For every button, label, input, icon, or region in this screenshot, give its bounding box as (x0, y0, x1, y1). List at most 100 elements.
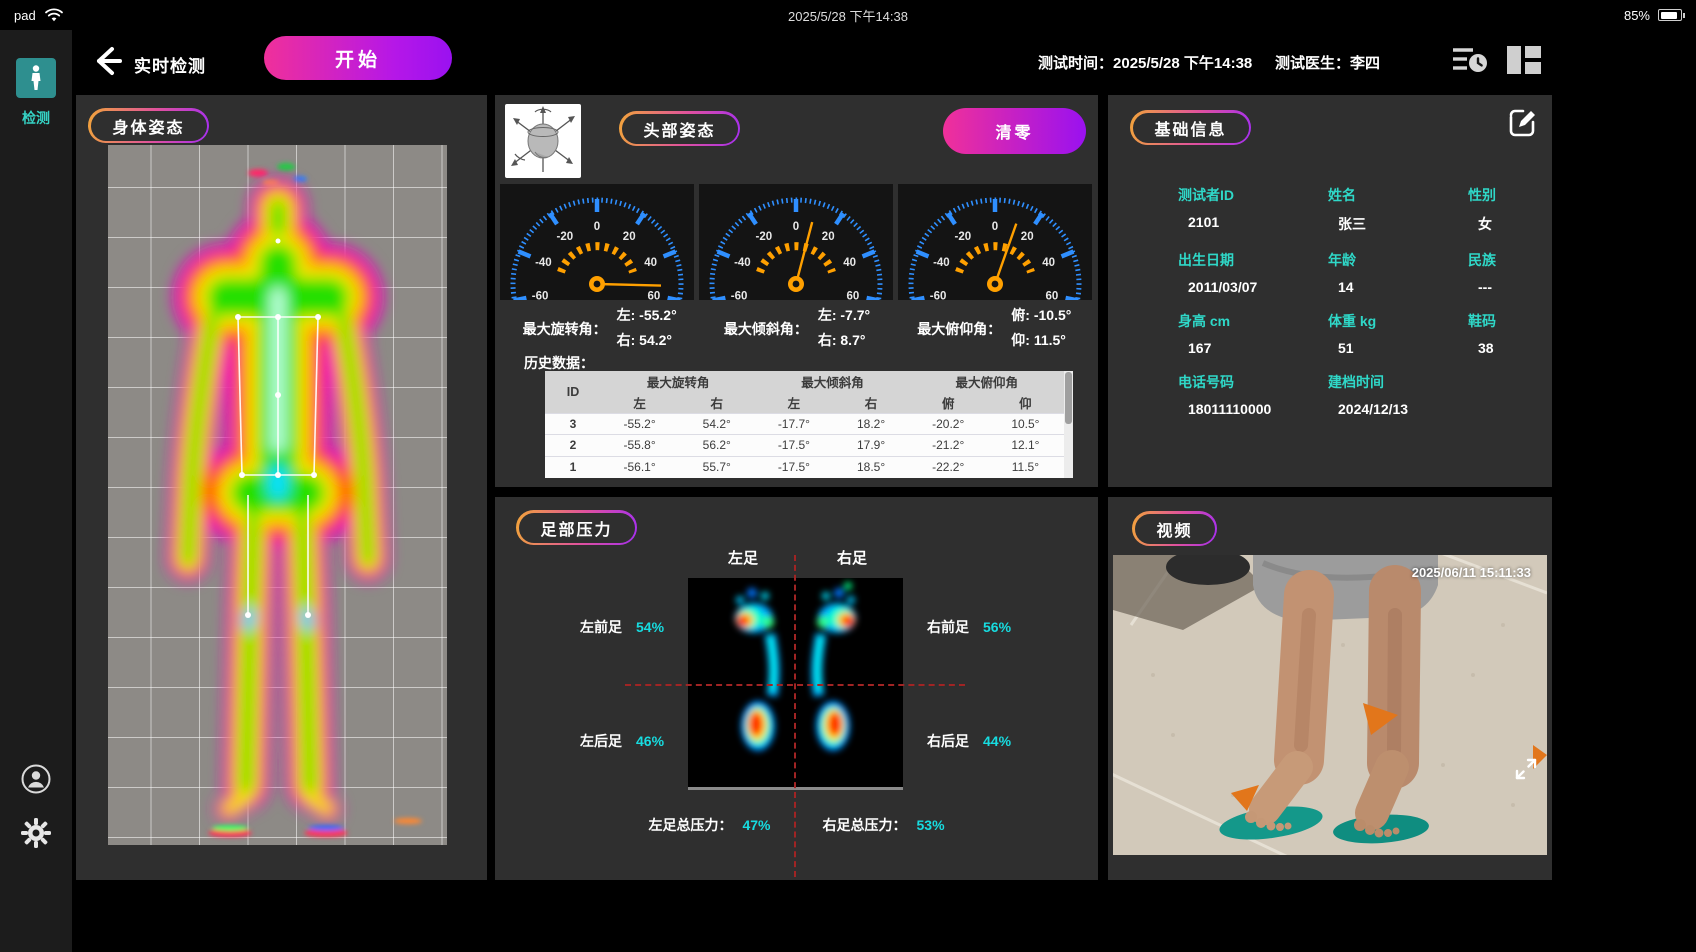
video-badge: 视频 (1132, 511, 1217, 546)
col-sub: 左 (755, 392, 832, 413)
history-cell: -17.7° (755, 413, 832, 435)
svg-text:60: 60 (847, 290, 860, 300)
info-field: 出生日期 2011/03/07 (1178, 250, 1328, 295)
info-label: 姓名 (1328, 185, 1468, 205)
sidebar-item-detect[interactable] (16, 58, 56, 98)
head-axes-diagram (505, 104, 581, 178)
info-label: 电话号码 (1178, 372, 1328, 392)
info-label: 身高 cm (1178, 311, 1328, 331)
svg-text:-60: -60 (532, 290, 549, 300)
info-label: 鞋码 (1468, 311, 1538, 331)
head-gauges: -90-60-40-20020406090-90-60-40-200204060… (500, 184, 1093, 300)
history-cell: 10.5° (987, 413, 1064, 435)
gauge-tilt: -90-60-40-20020406090 (699, 184, 893, 300)
head-stat-1: 最大倾斜角： 左: -7.7°右: 8.7° (698, 305, 895, 350)
history-cell: -56.1° (601, 456, 678, 478)
col-group: 最大旋转角 (601, 371, 755, 392)
foot-metric-right-fore: 右前足56% (927, 617, 1011, 637)
gauge-rotation: -90-60-40-20020406090 (500, 184, 694, 300)
svg-text:-60: -60 (731, 290, 748, 300)
start-button[interactable]: 开始 (264, 36, 452, 80)
history-row: 3-55.2°54.2°-17.7°18.2°-20.2°10.5° (545, 413, 1064, 435)
info-value: 2101 (1178, 214, 1328, 230)
history-cell: 17.9° (832, 435, 909, 457)
test-time: 测试时间：2025/5/28 下午14:38 (1038, 52, 1252, 73)
layout-grid-icon[interactable] (1504, 43, 1544, 77)
profile-icon[interactable] (19, 762, 53, 796)
info-field: 身高 cm 167 (1178, 311, 1328, 356)
info-value: 女 (1468, 214, 1538, 234)
foot-pressure-badge: 足部压力 (516, 510, 637, 545)
gauge-pitch: -90-60-40-20020406090 (898, 184, 1092, 300)
foot-metric-value: 44% (983, 733, 1011, 749)
fullscreen-icon[interactable] (1515, 758, 1537, 780)
video-frame: 2025/06/11 15:11:33 (1113, 555, 1547, 855)
info-value: 18011110000 (1178, 401, 1328, 417)
history-report-icon[interactable] (1450, 43, 1490, 77)
foot-metric-value: 46% (636, 733, 664, 749)
clear-button[interactable]: 清零 (943, 108, 1086, 154)
settings-gear-icon[interactable] (19, 816, 53, 850)
history-cell: -17.5° (755, 435, 832, 457)
history-cell: 55.7° (678, 456, 755, 478)
info-value: 2011/03/07 (1178, 279, 1328, 295)
svg-text:0: 0 (594, 221, 600, 233)
basic-info-panel: 基础信息 测试者ID 2101姓名 张三性别 女出生日期 2011/03/07年… (1108, 95, 1552, 487)
svg-text:60: 60 (648, 290, 661, 300)
back-arrow-icon[interactable] (90, 44, 124, 78)
foot-total: 左足总压力：47% (648, 815, 770, 835)
info-field: 体重 kg 51 (1328, 311, 1468, 356)
svg-text:40: 40 (644, 257, 657, 269)
svg-text:-40: -40 (734, 257, 751, 269)
info-field: 测试者ID 2101 (1178, 185, 1328, 234)
history-cell: -21.2° (910, 435, 987, 457)
stat-value: 仰: 11.5° (1011, 330, 1071, 350)
stat-value: 左: -7.7° (818, 305, 870, 325)
app-root: pad 2025/5/28 下午14:38 85% 检测 (0, 0, 1696, 952)
battery-percent: 85% (1624, 8, 1650, 23)
edit-icon[interactable] (1506, 107, 1538, 139)
info-value: 38 (1468, 340, 1538, 356)
col-sub: 右 (832, 392, 909, 413)
basic-info-fields: 测试者ID 2101姓名 张三性别 女出生日期 2011/03/07年龄 14民… (1178, 185, 1538, 417)
left-foot-label: 左足 (728, 547, 758, 568)
foot-totals: 左足总压力：47%右足总压力：53% (495, 815, 1098, 835)
stat-label: 最大俯仰角： (917, 319, 1001, 350)
col-sub: 仰 (987, 392, 1064, 413)
svg-text:40: 40 (1042, 257, 1055, 269)
stat-value: 右: 8.7° (818, 330, 870, 350)
history-row: 2-55.8°56.2°-17.5°17.9°-21.2°12.1° (545, 435, 1064, 457)
history-data-label: 历史数据： (524, 353, 594, 373)
body-posture-panel: 身体姿态 (76, 95, 487, 880)
info-value: 14 (1328, 279, 1468, 295)
info-field: 电话号码 18011110000 (1178, 372, 1328, 417)
svg-text:-40: -40 (535, 257, 552, 269)
history-cell: -55.8° (601, 435, 678, 457)
info-label: 民族 (1468, 250, 1538, 270)
info-label: 出生日期 (1178, 250, 1328, 270)
video-panel: 视频 (1108, 497, 1552, 880)
page-title: 实时检测 (134, 52, 206, 77)
col-sub: 右 (678, 392, 755, 413)
svg-text:20: 20 (623, 231, 636, 243)
svg-text:-20: -20 (755, 231, 772, 243)
right-foot-label: 右足 (837, 547, 867, 568)
history-cell: 12.1° (987, 435, 1064, 457)
stat-value: 俯: -10.5° (1011, 305, 1071, 325)
svg-text:20: 20 (1021, 231, 1034, 243)
head-stat-0: 最大旋转角： 左: -55.2°右: 54.2° (501, 305, 698, 350)
test-doctor: 测试医生：李四 (1275, 52, 1380, 73)
svg-text:60: 60 (1046, 290, 1059, 300)
head-stat-2: 最大俯仰角： 俯: -10.5° 仰: 11.5° (896, 305, 1093, 350)
status-bar: pad 2025/5/28 下午14:38 85% (0, 0, 1696, 30)
foot-pressure-panel: 足部压力 左足 右足 (495, 497, 1098, 880)
svg-text:-20: -20 (556, 231, 573, 243)
history-table-scrollbar[interactable] (1064, 371, 1073, 478)
stat-value: 右: 54.2° (617, 330, 677, 350)
info-label: 体重 kg (1328, 311, 1468, 331)
crosshair-horizontal (625, 684, 965, 686)
foot-metric-left-hind: 左后足46% (580, 731, 664, 751)
col-sub: 俯 (910, 392, 987, 413)
header: 实时检测 开始 测试时间：2025/5/28 下午14:38 测试医生：李四 (72, 30, 1696, 95)
stat-label: 最大旋转角： (523, 319, 607, 350)
